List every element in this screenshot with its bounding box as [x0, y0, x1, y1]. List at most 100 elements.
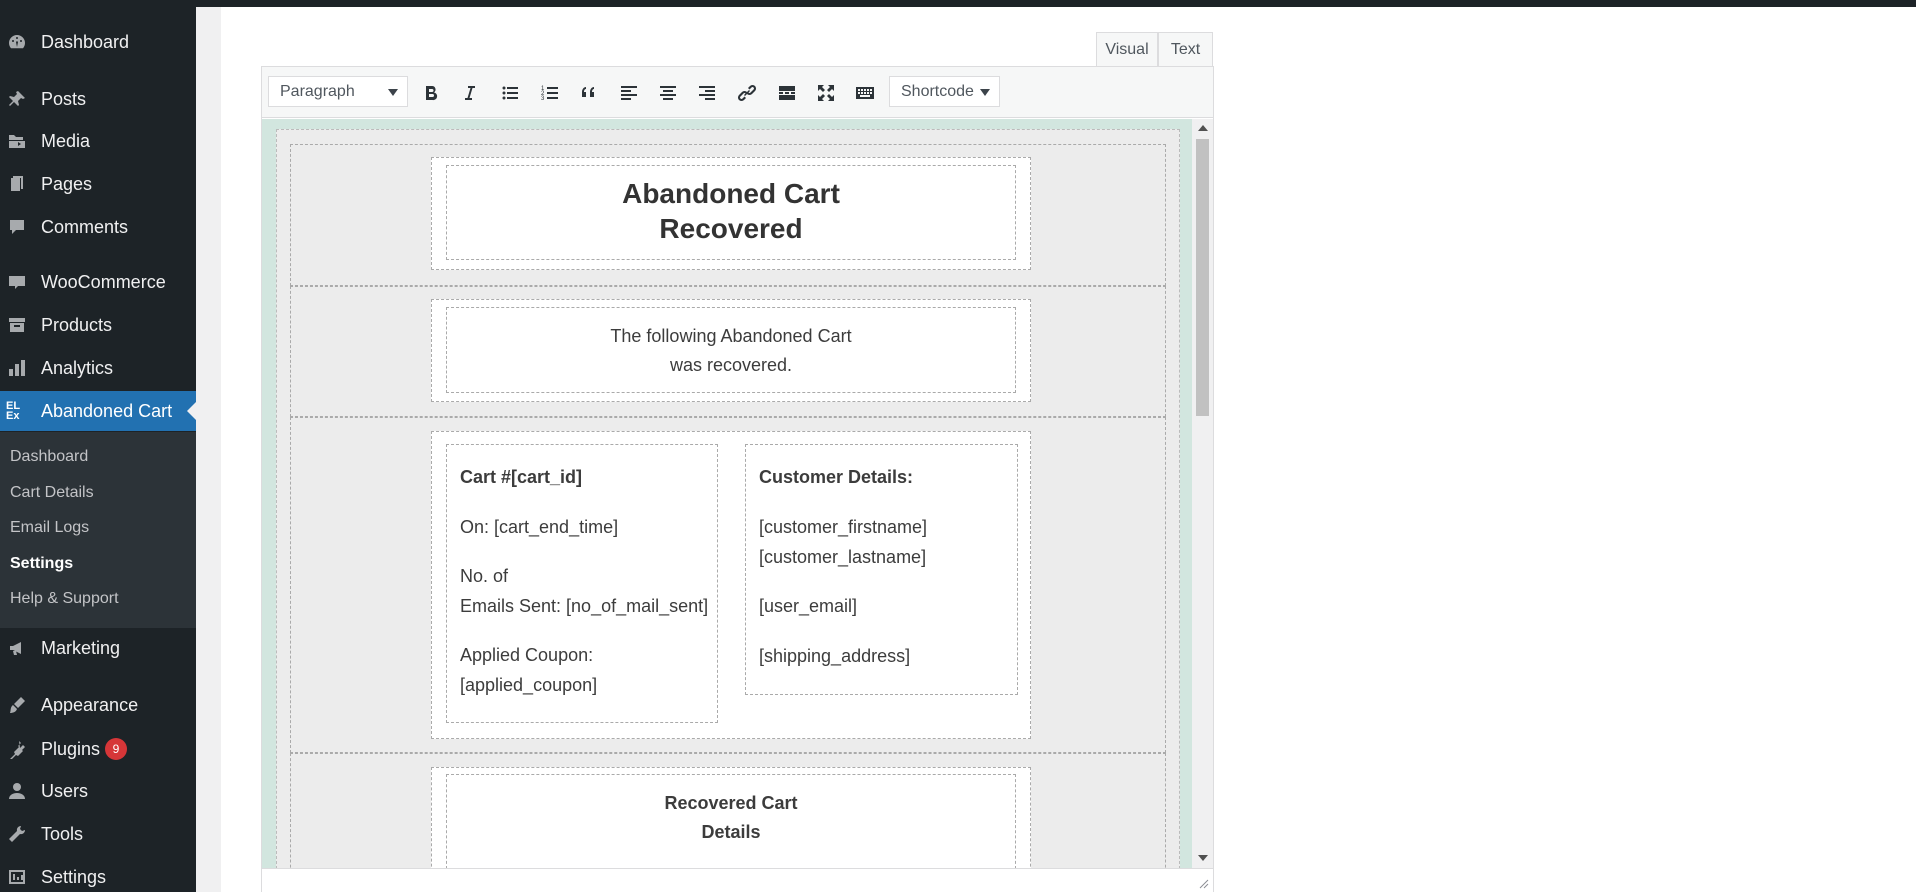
submenu-item-email-logs[interactable]: Email Logs	[10, 519, 89, 537]
sidebar-item-woocommerce[interactable]: WooCommerce	[0, 262, 196, 302]
chevron-down-icon	[388, 89, 398, 96]
elex-logo-icon: EL Ex	[6, 400, 20, 422]
sidebar-item-pages[interactable]: Pages	[0, 164, 196, 204]
sidebar-item-label: Dashboard	[41, 31, 130, 52]
scrollbar-thumb[interactable]	[1196, 139, 1209, 416]
sidebar-item-analytics[interactable]: Analytics	[0, 348, 196, 388]
sidebar-item-comments[interactable]: Comments	[0, 207, 196, 247]
bullet-list-button[interactable]	[496, 79, 524, 107]
fullscreen-button[interactable]	[812, 79, 840, 107]
wrench-icon	[6, 823, 28, 845]
numbered-list-button[interactable]: 123	[536, 79, 564, 107]
heading-block: Abandoned Cart Recovered	[431, 157, 1031, 270]
numbered-list-icon: 123	[541, 86, 558, 102]
sidebar-item-plugins[interactable]: Plugins 9	[0, 729, 196, 769]
intro-cell[interactable]: The following Abandoned Cart was recover…	[446, 307, 1016, 393]
chevron-down-icon	[980, 89, 990, 96]
pin-icon	[6, 88, 28, 110]
customer-title: Customer Details:	[759, 467, 914, 487]
scroll-up-arrow-icon[interactable]	[1198, 125, 1208, 131]
italic-button[interactable]	[456, 79, 484, 107]
woocommerce-icon	[6, 271, 28, 293]
shortcode-select[interactable]: Shortcode	[889, 76, 1000, 107]
recovered-line-2: Details	[701, 822, 761, 842]
sidebar-item-users[interactable]: Users	[0, 771, 196, 811]
heading-cell[interactable]: Abandoned Cart Recovered	[446, 165, 1016, 260]
tab-text[interactable]: Text	[1158, 32, 1213, 67]
align-left-icon	[621, 86, 637, 100]
format-select[interactable]: Paragraph	[268, 76, 408, 107]
cart-title: Cart #[cart_id]	[460, 467, 583, 487]
sidebar-item-dashboard[interactable]: Dashboard	[0, 22, 196, 62]
submenu-item-settings[interactable]: Settings	[10, 555, 73, 573]
intro-line-2: was recovered.	[669, 355, 793, 375]
sidebar-item-label: Settings	[41, 866, 107, 887]
sidebar-item-settings[interactable]: Settings	[0, 857, 196, 892]
tab-visual[interactable]: Visual	[1096, 32, 1158, 67]
paintbrush-icon	[6, 694, 28, 716]
sidebar-item-label: Abandoned Cart	[41, 400, 173, 421]
customer-info-cell[interactable]: Customer Details: [customer_firstname] […	[745, 444, 1018, 695]
insert-link-button[interactable]	[733, 79, 761, 107]
sidebar-item-label: Marketing	[41, 637, 121, 658]
editor-scrollbar[interactable]	[1192, 119, 1213, 868]
blockquote-icon	[582, 87, 594, 97]
resize-handle-icon[interactable]	[1197, 877, 1209, 889]
scroll-down-arrow-icon[interactable]	[1198, 855, 1208, 861]
dashboard-icon	[6, 31, 28, 53]
align-center-icon	[660, 86, 676, 100]
applied-coupon-value: [applied_coupon]	[460, 675, 598, 695]
comment-icon	[6, 216, 28, 238]
toolbar-toggle-button[interactable]	[851, 79, 879, 107]
sidebar-item-media[interactable]: Media	[0, 121, 196, 161]
blockquote-button[interactable]	[575, 79, 603, 107]
sidebar-item-label: Tools	[41, 823, 84, 844]
recovered-line-1: Recovered Cart	[664, 793, 798, 813]
template-row-heading: Abandoned Cart Recovered	[290, 144, 1166, 286]
align-left-button[interactable]	[615, 79, 643, 107]
sidebar-item-label: Comments	[41, 216, 129, 237]
bullet-list-icon	[502, 86, 518, 100]
applied-coupon-label: Applied Coupon:	[460, 645, 594, 665]
editor-status-bar	[262, 868, 1213, 892]
bold-button[interactable]	[417, 79, 445, 107]
sidebar-item-posts[interactable]: Posts	[0, 79, 196, 119]
submenu-item-dashboard[interactable]: Dashboard	[10, 448, 88, 466]
submenu-item-cart-details[interactable]: Cart Details	[10, 484, 94, 502]
submenu-item-help-support[interactable]: Help & Support	[10, 590, 119, 608]
sidebar-item-label: Users	[41, 780, 89, 801]
sidebar-item-marketing[interactable]: Marketing	[0, 628, 196, 668]
content-gutter	[196, 7, 221, 892]
archive-icon	[6, 314, 28, 336]
sidebar-item-label: WooCommerce	[41, 271, 166, 292]
sidebar-item-label: Pages	[41, 173, 93, 194]
sidebar-item-products[interactable]: Products	[0, 305, 196, 345]
align-right-button[interactable]	[693, 79, 721, 107]
customer-email: [user_email]	[759, 596, 858, 616]
sidebar-item-label: Appearance	[41, 694, 139, 715]
email-template-canvas: Abandoned Cart Recovered The following A…	[276, 129, 1180, 868]
intro-block: The following Abandoned Cart was recover…	[431, 299, 1031, 402]
sidebar-item-label: Plugins	[41, 738, 101, 759]
intro-line-1: The following Abandoned Cart	[610, 326, 852, 346]
read-more-button[interactable]	[773, 79, 801, 107]
cart-info-cell[interactable]: Cart #[cart_id] On: [cart_end_time] No. …	[446, 444, 718, 723]
fullscreen-icon	[818, 85, 834, 101]
sidebar-item-appearance[interactable]: Appearance	[0, 685, 196, 725]
sidebar-item-abandoned-cart[interactable]: EL Ex Abandoned Cart	[0, 391, 196, 431]
admin-sidebar: Dashboard Posts Media Pages Comments Woo…	[0, 0, 196, 892]
details-block: Cart #[cart_id] On: [cart_end_time] No. …	[431, 431, 1031, 739]
plug-icon	[6, 738, 28, 760]
bar-chart-icon	[6, 357, 28, 379]
align-center-button[interactable]	[654, 79, 682, 107]
recovered-cell[interactable]: Recovered Cart Details	[446, 774, 1016, 868]
align-right-icon	[699, 86, 715, 100]
link-icon	[737, 84, 757, 102]
read-more-icon	[779, 86, 795, 100]
svg-text:3: 3	[541, 96, 545, 102]
sidebar-item-tools[interactable]: Tools	[0, 814, 196, 854]
cart-end-time: On: [cart_end_time]	[460, 517, 619, 537]
heading-line-1: Abandoned Cart	[622, 178, 840, 209]
admin-top-bar	[0, 0, 1916, 7]
editor-content-area[interactable]: Abandoned Cart Recovered The following A…	[262, 119, 1192, 868]
